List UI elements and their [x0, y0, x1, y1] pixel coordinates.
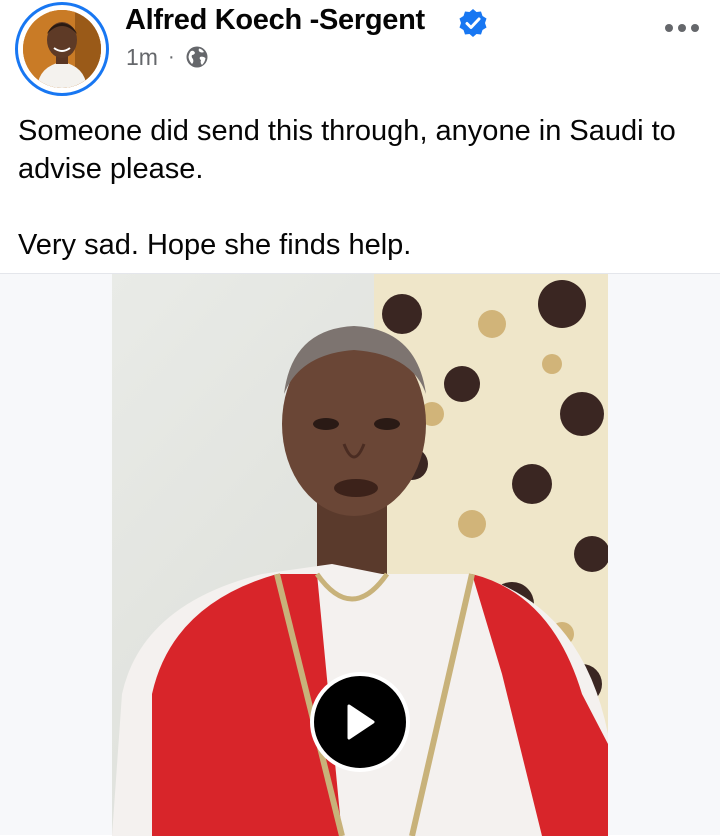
globe-icon[interactable] — [185, 45, 209, 69]
play-button[interactable] — [310, 672, 410, 772]
post-paragraph-1: Someone did send this through, anyone in… — [18, 115, 676, 185]
more-options-icon[interactable] — [662, 18, 702, 38]
play-icon — [347, 704, 375, 740]
author-name-link[interactable]: Alfred Koech -Sergent — [125, 4, 425, 37]
post-text: Someone did send this through, anyone in… — [18, 112, 708, 264]
timestamp-link[interactable]: 1m — [126, 44, 158, 71]
post-meta: 1m · — [126, 42, 209, 72]
post-header: Alfred Koech -Sergent 1m · — [0, 0, 720, 100]
verified-badge-icon — [459, 9, 487, 37]
post-paragraph-2: Very sad. Hope she finds help. — [18, 229, 412, 261]
meta-separator: · — [167, 45, 175, 68]
avatar — [23, 10, 101, 88]
author-avatar-button[interactable] — [15, 2, 109, 96]
